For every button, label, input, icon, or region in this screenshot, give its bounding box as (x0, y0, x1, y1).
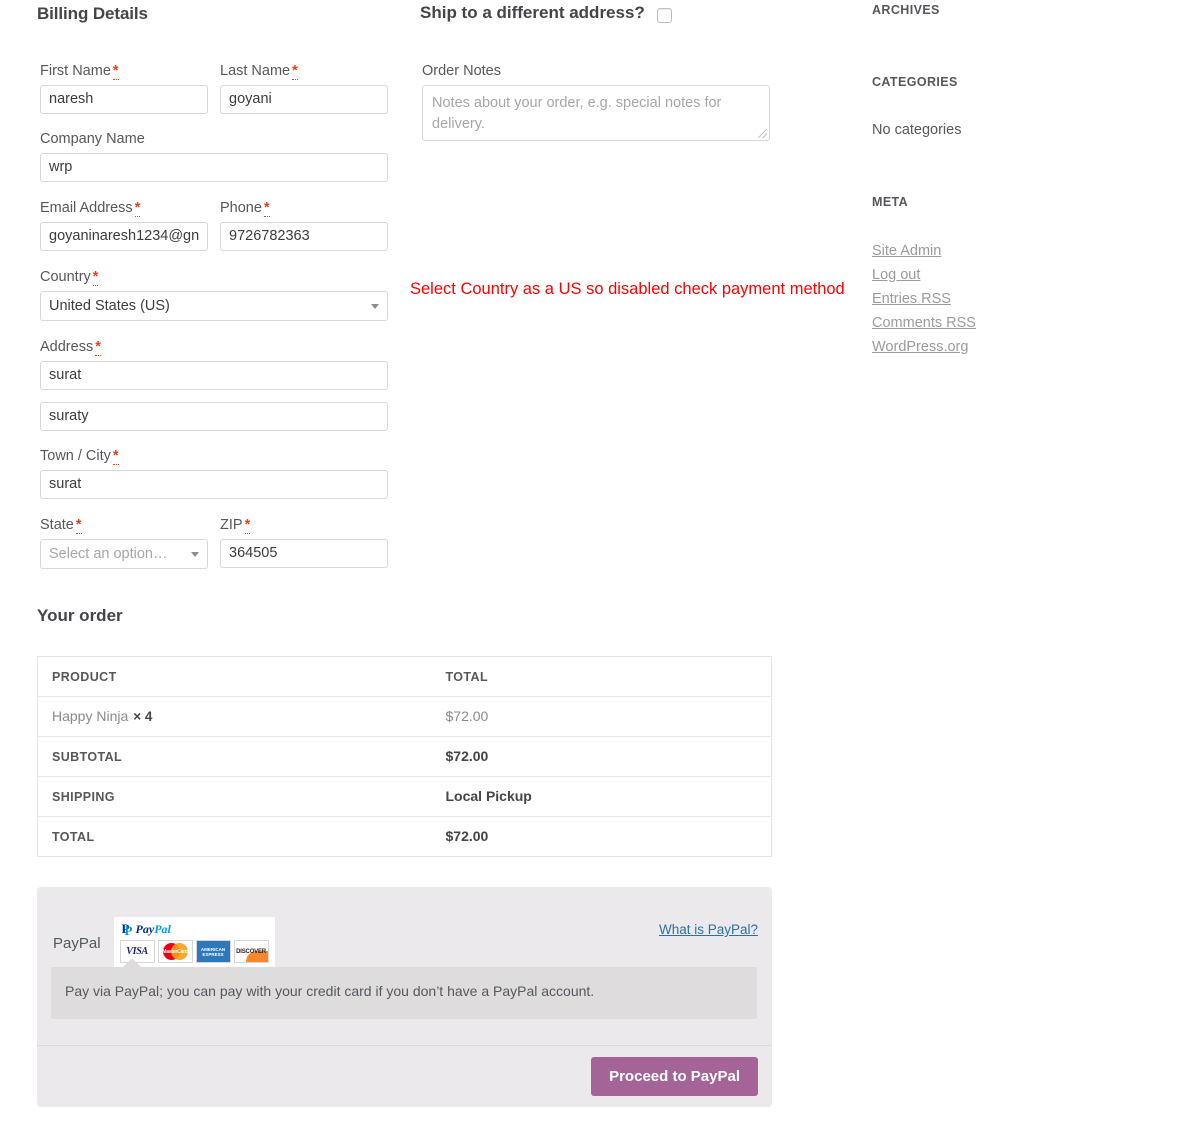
cart-item-product-cell: Happy Ninja × 4 (38, 697, 432, 737)
email-address-input[interactable]: goyaninaresh1234@gn (40, 222, 208, 251)
subtotal-label: SUBTOTAL (52, 750, 122, 764)
country-select-value: United States (US) (49, 298, 170, 314)
required-mark: * (95, 339, 101, 356)
place-order-button[interactable]: Proceed to PayPal (591, 1057, 758, 1096)
address-label: Address* (40, 338, 101, 356)
payment-methods-box: PayPal PP PayPal VISA MasterCard AMERICA… (37, 887, 772, 1107)
ship-to-different-address-label: Ship to a different address? (420, 3, 645, 23)
ship-to-different-address-row: Ship to a different address? (420, 3, 672, 23)
sidebar-heading-categories: CATEGORIES (872, 75, 958, 89)
product-quantity: × 4 (133, 709, 152, 724)
address-line1-input[interactable]: surat (40, 361, 388, 390)
table-row: SHIPPING Local Pickup (38, 777, 772, 817)
amex-icon: AMERICANEXPRESS (196, 940, 231, 963)
subtotal-value: $72.00 (446, 748, 489, 764)
order-review-table: PRODUCT TOTAL Happy Ninja × 4 $72.00 SUBT… (37, 656, 772, 857)
required-mark: * (135, 200, 141, 217)
paypal-icon: PP (122, 923, 133, 936)
company-name-label: Company Name (40, 130, 145, 148)
sidebar-link-log-out[interactable]: Log out (872, 267, 920, 283)
table-row: TOTAL $72.00 (38, 817, 772, 857)
shipping-label: SHIPPING (52, 790, 115, 804)
first-name-label: First Name* (40, 62, 119, 80)
resize-grip-icon[interactable] (758, 129, 767, 138)
total-value-cell: $72.00 (432, 817, 772, 857)
order-section-title: Your order (37, 606, 123, 626)
ship-to-different-address-checkbox[interactable] (657, 8, 672, 23)
card-logos-row: VISA MasterCard AMERICANEXPRESS DISCOVER (120, 940, 269, 963)
email-address-label: Email Address* (40, 199, 140, 217)
phone-input[interactable]: 9726782363 (220, 222, 388, 251)
country-select[interactable]: United States (US) (40, 291, 388, 321)
company-name-input[interactable]: wrp (40, 153, 388, 182)
page-title: Billing Details (37, 4, 148, 24)
payment-method-paypal[interactable]: PayPal PP PayPal VISA MasterCard AMERICA… (53, 917, 275, 969)
sidebar-link-entries-rss[interactable]: Entries RSS (872, 291, 951, 307)
required-mark: * (292, 63, 298, 80)
state-label: State* (40, 516, 82, 534)
payment-method-description: Pay via PayPal; you can pay with your cr… (51, 967, 757, 1019)
paypal-wordmark: PayPal (136, 922, 171, 937)
shipping-value: Local Pickup (446, 788, 532, 804)
annotation-text: Select Country as a US so disabled check… (410, 280, 845, 299)
town-city-label: Town / City* (40, 447, 119, 465)
shipping-label-cell: SHIPPING (38, 777, 432, 817)
table-row: SUBTOTAL $72.00 (38, 737, 772, 777)
total-label-cell: TOTAL (38, 817, 432, 857)
order-notes-placeholder: Notes about your order, e.g. special not… (432, 95, 721, 132)
required-mark: * (76, 517, 82, 534)
sidebar-link-wordpress-org[interactable]: WordPress.org (872, 339, 968, 355)
town-city-input[interactable]: surat (40, 470, 388, 499)
table-header-row: PRODUCT TOTAL (38, 657, 772, 697)
checkout-page: Billing Details Ship to a different addr… (0, 0, 1202, 1127)
payment-divider (37, 1045, 772, 1046)
state-select-value: Select an option… (49, 546, 168, 562)
order-notes-textarea[interactable]: Notes about your order, e.g. special not… (422, 85, 770, 141)
order-notes-label: Order Notes (422, 62, 501, 80)
column-header-total: TOTAL (432, 657, 772, 697)
paypal-logo: PP PayPal (120, 922, 269, 937)
state-select[interactable]: Select an option… (40, 539, 208, 569)
sidebar-heading-meta: META (872, 195, 908, 209)
what-is-paypal-link[interactable]: What is PayPal? (659, 922, 758, 937)
last-name-label: Last Name* (220, 62, 298, 80)
phone-label: Phone* (220, 199, 270, 217)
sidebar-link-comments-rss[interactable]: Comments RSS (872, 315, 976, 331)
subtotal-value-cell: $72.00 (432, 737, 772, 777)
product-total: $72.00 (446, 708, 489, 724)
payment-description-text: Pay via PayPal; you can pay with your cr… (65, 983, 594, 999)
cart-item-total-cell: $72.00 (432, 697, 772, 737)
discover-icon: DISCOVER (234, 940, 269, 963)
country-label: Country* (40, 268, 98, 286)
product-name: Happy Ninja (52, 708, 128, 724)
address-line2-input[interactable]: suraty (40, 402, 388, 431)
tooltip-arrow-icon (123, 958, 141, 967)
required-mark: * (93, 269, 99, 286)
sidebar-link-site-admin[interactable]: Site Admin (872, 243, 941, 259)
last-name-input[interactable]: goyani (220, 85, 388, 114)
zip-input[interactable]: 364505 (220, 539, 388, 568)
required-mark: * (264, 200, 270, 217)
required-mark: * (113, 448, 119, 465)
required-mark: * (113, 63, 119, 80)
subtotal-label-cell: SUBTOTAL (38, 737, 432, 777)
table-row: Happy Ninja × 4 $72.00 (38, 697, 772, 737)
column-header-product: PRODUCT (38, 657, 432, 697)
shipping-value-cell: Local Pickup (432, 777, 772, 817)
chevron-down-icon (371, 304, 379, 309)
zip-label: ZIP* (220, 516, 250, 534)
first-name-input[interactable]: naresh (40, 85, 208, 114)
required-mark: * (245, 517, 251, 534)
sidebar-heading-archives: ARCHIVES (872, 3, 940, 17)
total-value: $72.00 (446, 828, 489, 844)
mastercard-icon: MasterCard (158, 940, 193, 963)
payment-method-label: PayPal (53, 935, 101, 952)
chevron-down-icon (191, 552, 199, 557)
total-label: TOTAL (52, 830, 95, 844)
sidebar-no-categories-text: No categories (872, 122, 961, 138)
